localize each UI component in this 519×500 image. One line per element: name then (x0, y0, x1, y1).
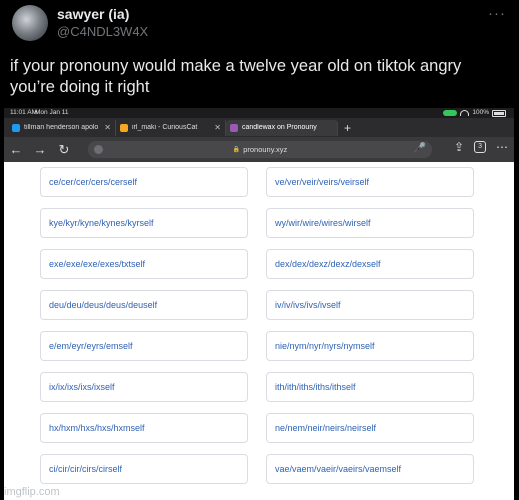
pronoun-card[interactable]: hx/hxm/hxs/hxs/hxmself (40, 413, 248, 443)
tab-label: tillman henderson apolo (24, 124, 99, 131)
pronoun-card[interactable]: wy/wir/wire/wires/wirself (266, 208, 474, 238)
status-date: Mon Jan 11 (35, 109, 69, 116)
status-bar: 11:01 AM Mon Jan 11 100% (4, 108, 514, 118)
browser-screenshot: 11:01 AM Mon Jan 11 100% tillman henders… (4, 108, 514, 500)
pronoun-card[interactable]: vae/vaem/vaeir/vaeirs/vaemself (266, 454, 474, 484)
battery-icon (492, 109, 506, 117)
tab-bar: tillman henderson apolo ✕ irl_maki - Cur… (4, 118, 514, 137)
pronoun-card[interactable]: deu/deu/deus/deus/deuself (40, 290, 248, 320)
avatar[interactable] (12, 5, 48, 41)
url-text: pronouny.xyz (243, 145, 288, 154)
pronoun-card[interactable]: ith/ith/iths/iths/ithself (266, 372, 474, 402)
site-icon (94, 145, 103, 154)
reload-icon[interactable]: ↻ (52, 142, 76, 158)
pronoun-card[interactable]: e/em/eyr/eyrs/emself (40, 331, 248, 361)
mic-icon[interactable]: 🎤 (414, 143, 426, 154)
pronoun-card[interactable]: ne/nem/neir/neirs/neirself (266, 413, 474, 443)
pronoun-card[interactable]: iv/iv/ivs/ivs/ivself (266, 290, 474, 320)
tab-active[interactable]: candlewax on Pronouny (226, 119, 338, 136)
back-icon[interactable]: ← (4, 142, 28, 157)
pronoun-card[interactable]: ce/cer/cer/cers/cerself (40, 167, 248, 197)
pill-icon (443, 110, 458, 116)
tab-close-icon[interactable]: ✕ (214, 123, 221, 132)
pronoun-card[interactable]: nie/nym/nyr/nyrs/nymself (266, 331, 474, 361)
new-tab-icon[interactable]: + (344, 121, 351, 135)
tab-favicon-icon (12, 123, 20, 132)
pronoun-card[interactable]: ix/ix/ixs/ixs/ixself (40, 372, 248, 402)
toolbar-right: ⇪ 3 ⋯ (454, 140, 508, 154)
display-name[interactable]: sawyer (ia) (57, 6, 129, 22)
forward-icon[interactable]: → (28, 142, 52, 157)
more-icon[interactable]: ··· (488, 5, 506, 22)
status-right: 100% (443, 108, 506, 118)
page-content: ce/cer/cer/cers/cerself ve/ver/veir/veirs… (4, 162, 514, 500)
pronoun-card[interactable]: ci/cir/cir/cirs/cirself (40, 454, 248, 484)
tab-label: irl_maki - CuriousCat (132, 124, 198, 131)
tab[interactable]: tillman henderson apolo ✕ (8, 119, 116, 136)
pronoun-card[interactable]: kye/kyr/kyne/kynes/kyrself (40, 208, 248, 238)
tab-label: candlewax on Pronouny (242, 124, 317, 131)
tab-favicon-icon (230, 123, 238, 132)
lock-icon: 🔒 (232, 147, 241, 153)
battery-percent: 100% (472, 109, 489, 116)
tab-favicon-icon (120, 123, 128, 132)
status-time: 11:01 AM (10, 109, 37, 116)
url-bar[interactable]: 🔒 pronouny.xyz 🎤 (88, 141, 432, 158)
watermark: imgflip.com (4, 486, 60, 498)
wifi-icon (460, 110, 470, 116)
tweet-text: if your pronouny would make a twelve yea… (10, 57, 462, 96)
tab[interactable]: irl_maki - CuriousCat ✕ (116, 119, 226, 136)
tab-count-button[interactable]: 3 (474, 141, 486, 153)
share-icon[interactable]: ⇪ (454, 140, 464, 154)
menu-icon[interactable]: ⋯ (496, 140, 508, 154)
pronoun-card[interactable]: exe/exe/exe/exes/txtself (40, 249, 248, 279)
pronoun-card[interactable]: ve/ver/veir/veirs/veirself (266, 167, 474, 197)
tab-close-icon[interactable]: ✕ (104, 123, 111, 132)
handle[interactable]: @C4NDL3W4X (57, 24, 148, 39)
pronoun-card[interactable]: dex/dex/dexz/dexz/dexself (266, 249, 474, 279)
toolbar: ← → ↻ 🔒 pronouny.xyz 🎤 ⇪ 3 ⋯ (4, 137, 514, 162)
